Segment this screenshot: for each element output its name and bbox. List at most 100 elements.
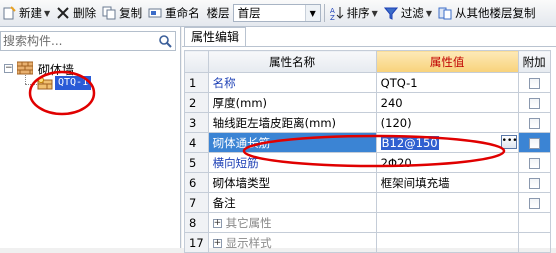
group-label: 显示样式: [225, 235, 272, 250]
row-number: 5: [184, 152, 209, 173]
add-checkbox[interactable]: [528, 157, 540, 169]
add-checkbox-cell: [517, 132, 551, 153]
property-name[interactable]: 砌体墙类型: [207, 172, 377, 193]
property-name[interactable]: 厚度(mm): [207, 92, 377, 113]
table-row[interactable]: 1 名称 QTQ-1: [184, 72, 551, 93]
tab-divider: [182, 46, 556, 47]
table-row[interactable]: 5 横向短筋 2Φ20: [184, 152, 551, 173]
column-header-add[interactable]: 附加: [517, 50, 551, 73]
row-number: 6: [184, 172, 209, 193]
filter-button[interactable]: 过滤 ▼: [382, 2, 436, 24]
tab-property-edit[interactable]: 属性编辑: [184, 27, 247, 47]
property-group-name[interactable]: + 其它属性: [207, 212, 377, 233]
search-icon[interactable]: [158, 34, 172, 48]
floor-select[interactable]: 首层 ▼: [232, 4, 321, 22]
tree-item-qtq-1[interactable]: QTQ-1: [53, 75, 93, 91]
property-value: [375, 212, 519, 233]
property-value[interactable]: 240: [375, 92, 519, 113]
masonry-wall-icon: [16, 61, 34, 75]
new-icon: [2, 6, 16, 20]
delete-button[interactable]: 删除: [54, 2, 100, 24]
table-row-group[interactable]: 17 + 显示样式: [184, 232, 551, 253]
property-value[interactable]: (120): [375, 112, 519, 133]
property-name[interactable]: 轴线距左墙皮距离(mm): [207, 112, 377, 133]
chevron-down-icon: ▼: [425, 8, 432, 18]
table-row[interactable]: 3 轴线距左墙皮距离(mm) (120): [184, 112, 551, 133]
copy-icon: [102, 6, 116, 20]
add-checkbox[interactable]: [528, 197, 540, 209]
row-number: 17: [184, 232, 209, 253]
wall-component-icon: [37, 77, 53, 91]
rename-label: 重命名: [165, 6, 200, 20]
table-row[interactable]: 2 厚度(mm) 240: [184, 92, 551, 113]
add-cell-empty: [517, 232, 551, 253]
toolbar: 新建 ▼ 删除 复制 重命名 楼层 首层 ▼ AZ 排序 ▼ 过滤 ▼ 从其他楼…: [0, 0, 556, 27]
table-row[interactable]: 6 砌体墙类型 框架间填充墙: [184, 172, 551, 193]
row-number: 2: [184, 92, 209, 113]
add-checkbox[interactable]: [528, 77, 540, 89]
add-checkbox[interactable]: [528, 117, 540, 129]
copy-button[interactable]: 复制: [100, 2, 146, 24]
new-button[interactable]: 新建 ▼: [0, 2, 54, 24]
floor-label: 楼层: [206, 6, 230, 20]
row-number: 8: [184, 212, 209, 233]
property-value[interactable]: [375, 192, 519, 213]
copy-from-floor-button[interactable]: 从其他楼层复制: [436, 2, 540, 24]
sort-icon: AZ: [330, 6, 344, 20]
property-value[interactable]: 框架间填充墙: [375, 172, 519, 193]
property-value[interactable]: 2Φ20: [375, 152, 519, 173]
chevron-down-icon: ▼: [304, 5, 320, 21]
row-number: 1: [184, 72, 209, 93]
toolbar-divider: [323, 4, 325, 22]
property-name[interactable]: 备注: [207, 192, 377, 213]
filter-label: 过滤: [400, 6, 424, 20]
search-input[interactable]: [1, 32, 155, 49]
property-editor-panel: 属性编辑 属性名称 属性值 附加 1 名称 QTQ-1 2 厚度(mm) 240…: [182, 27, 556, 253]
grid-corner-header: [184, 50, 209, 73]
sort-button[interactable]: AZ 排序 ▼: [328, 2, 382, 24]
copy-from-floor-label: 从其他楼层复制: [454, 6, 536, 20]
add-checkbox-cell: [517, 92, 551, 113]
property-value[interactable]: QTQ-1: [375, 72, 519, 93]
add-checkbox-cell: [517, 192, 551, 213]
rename-button[interactable]: 重命名: [146, 2, 204, 24]
add-checkbox-cell: [517, 152, 551, 173]
property-value-editor[interactable]: B12@150 •••: [375, 132, 519, 153]
sort-label: 排序: [346, 6, 370, 20]
delete-icon: [56, 6, 70, 20]
filter-icon: [383, 6, 398, 20]
expand-icon[interactable]: +: [212, 218, 222, 228]
new-label: 新建: [19, 6, 42, 20]
rename-icon: [148, 6, 162, 20]
ellipsis-button[interactable]: •••: [500, 135, 517, 149]
tree-collapse-toggle[interactable]: −: [4, 64, 13, 73]
row-number: 3: [184, 112, 209, 133]
table-row-group[interactable]: 8 + 其它属性: [184, 212, 551, 233]
floor-value: 首层: [237, 6, 261, 20]
property-grid: 属性名称 属性值 附加 1 名称 QTQ-1 2 厚度(mm) 240 3 轴线…: [184, 50, 551, 253]
table-row-selected[interactable]: 4 砌体通长筋 B12@150 •••: [184, 132, 551, 153]
expand-icon[interactable]: +: [212, 238, 222, 248]
property-group-name[interactable]: + 显示样式: [207, 232, 377, 253]
row-number: 4: [184, 132, 209, 153]
property-name[interactable]: 砌体通长筋: [207, 132, 377, 153]
copy-floor-icon: [438, 6, 452, 20]
property-name[interactable]: 名称: [207, 72, 377, 93]
add-checkbox-cell: [517, 172, 551, 193]
group-label: 其它属性: [225, 215, 272, 230]
add-checkbox[interactable]: [528, 137, 540, 149]
property-value: [375, 232, 519, 253]
delete-label: 删除: [73, 6, 97, 20]
property-name[interactable]: 横向短筋: [207, 152, 377, 173]
column-header-value[interactable]: 属性值: [375, 50, 519, 73]
property-value-input[interactable]: B12@150: [380, 135, 439, 150]
column-header-name[interactable]: 属性名称: [207, 50, 377, 73]
add-checkbox[interactable]: [528, 177, 540, 189]
chevron-down-icon: ▼: [371, 8, 378, 18]
tree-connector: [25, 84, 37, 85]
table-row[interactable]: 7 备注: [184, 192, 551, 213]
add-checkbox[interactable]: [528, 97, 540, 109]
add-checkbox-cell: [517, 72, 551, 93]
row-number: 7: [184, 192, 209, 213]
component-tree-panel: − 砌体墙 QTQ-1: [0, 27, 181, 248]
